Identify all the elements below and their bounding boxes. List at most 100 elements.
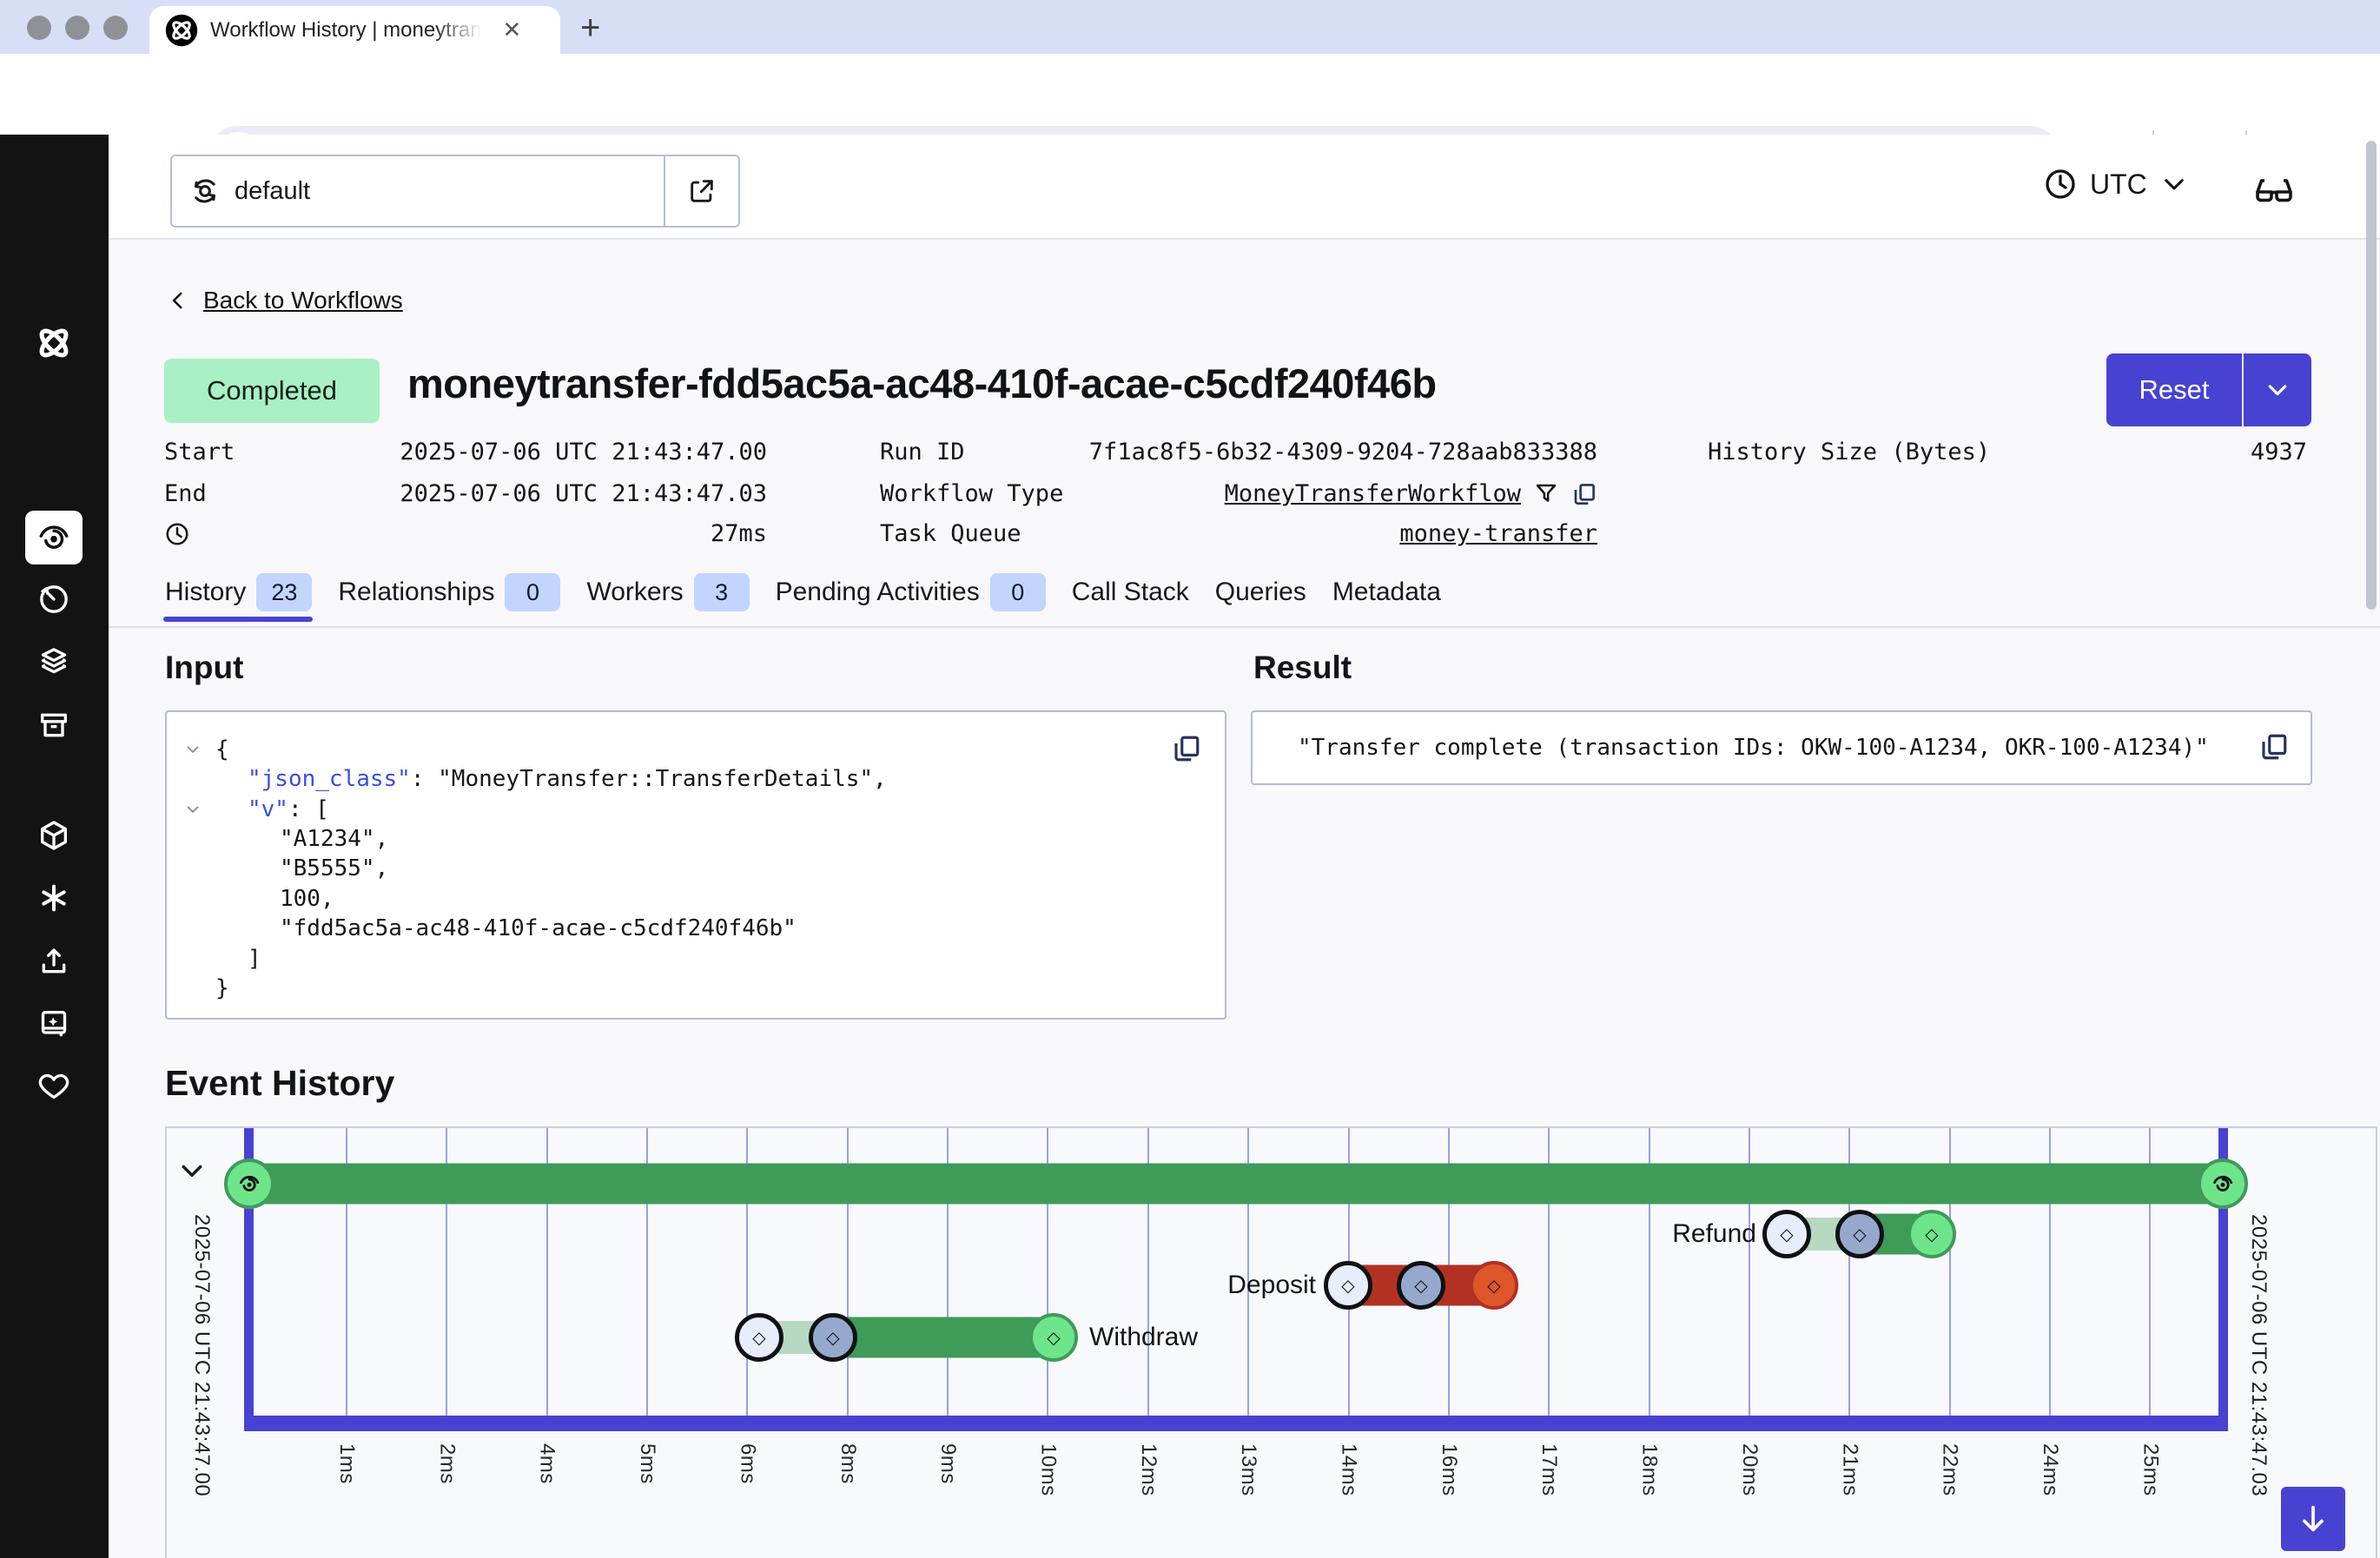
axis-tick-label: 6ms: [735, 1443, 759, 1484]
tab-workers[interactable]: Workers 3: [586, 573, 749, 617]
copy-icon[interactable]: [1571, 481, 1597, 507]
tab-count-badge: 3: [694, 573, 750, 611]
workflow-span-bar[interactable]: [249, 1164, 2223, 1205]
meta-type-row: Workflow Type MoneyTransferWorkflow: [880, 480, 1597, 507]
meta-runid-label: Run ID: [880, 439, 965, 465]
scroll-to-end-button[interactable]: [2281, 1487, 2345, 1551]
tab-relationships[interactable]: Relationships 0: [338, 573, 560, 617]
withdraw-completed-node[interactable]: ◇: [1029, 1313, 1078, 1362]
refund-started-node[interactable]: ◇: [1835, 1210, 1884, 1258]
meta-end-row: End 2025-07-06 UTC 21:43:47.03: [164, 480, 767, 507]
input-heading: Input: [165, 650, 243, 686]
diamond-event-icon: ◇: [1341, 1275, 1354, 1297]
json-array-item: "fdd5ac5a-ac48-410f-acae-c5cdf240f46b": [280, 915, 797, 941]
namespace-open-button[interactable]: [664, 156, 738, 226]
json-collapse-icon[interactable]: [184, 741, 202, 758]
browser-toolbar: localhost:8080/namespaces/default/workfl…: [0, 54, 2380, 135]
tab-pending-activities[interactable]: Pending Activities 0: [776, 573, 1046, 617]
json-line: "v": [: [248, 795, 329, 824]
tab-metadata[interactable]: Metadata: [1332, 578, 1441, 612]
timezone-selector[interactable]: UTC: [2043, 167, 2189, 201]
sidebar-item-docs[interactable]: [26, 996, 82, 1052]
deposit-failed-node[interactable]: ◇: [1470, 1261, 1518, 1310]
workflow-spiral-icon: [236, 1171, 262, 1197]
tab-label: History: [165, 578, 246, 607]
withdraw-scheduled-node[interactable]: ◇: [735, 1313, 783, 1362]
tab-count-badge: 0: [990, 573, 1046, 611]
json-line: }: [215, 974, 229, 1003]
chevron-left-icon: [167, 289, 189, 312]
clock-icon: [2043, 167, 2078, 201]
json-collapse-icon[interactable]: [184, 801, 202, 818]
refund-completed-node[interactable]: ◇: [1907, 1210, 1956, 1258]
task-queue-link[interactable]: money-transfer: [1399, 520, 1597, 547]
sidebar-item-feedback[interactable]: [26, 1059, 82, 1114]
axis-tick-label: 21ms: [1837, 1443, 1861, 1496]
meta-start-label: Start: [164, 439, 235, 465]
copy-icon[interactable]: [1171, 733, 1202, 764]
tab-label: Pending Activities: [776, 578, 980, 607]
reset-button[interactable]: Reset: [2106, 353, 2244, 426]
axis-tick-label: 13ms: [1236, 1443, 1260, 1496]
timezone-label: UTC: [2090, 168, 2147, 201]
timeline-start-date: 2025-07-06 UTC 21:43:47.00: [189, 1214, 214, 1496]
tab-label: Metadata: [1332, 578, 1441, 607]
sidebar-item-nexus[interactable]: [26, 808, 82, 863]
json-array-item: 100,: [280, 886, 334, 912]
refund-scheduled-node[interactable]: ◇: [1762, 1210, 1811, 1258]
sidebar-item-deployments[interactable]: [26, 634, 82, 690]
back-to-workflows[interactable]: Back to Workflows: [167, 287, 403, 314]
workflow-end-node[interactable]: [2198, 1159, 2248, 1209]
timeline-end-date: 2025-07-06 UTC 21:43:47.03: [2246, 1214, 2271, 1496]
workflow-type-link[interactable]: MoneyTransferWorkflow: [1225, 480, 1521, 507]
window-zoom-dot[interactable]: [103, 16, 128, 40]
withdraw-started-node[interactable]: ◇: [809, 1313, 857, 1362]
tab-count-badge: 23: [256, 573, 312, 611]
json-array-item: "B5555",: [280, 855, 388, 881]
meta-start-row: Start 2025-07-06 UTC 21:43:47.00: [164, 439, 767, 465]
labs-glasses-icon[interactable]: [2253, 170, 2295, 212]
reset-split-button: Reset: [2106, 353, 2311, 426]
workflow-tabs: History 23 Relationships 0 Workers 3 Pen…: [165, 573, 1441, 617]
theme-toggle-sun-icon[interactable]: [26, 1547, 82, 1558]
new-tab-icon[interactable]: +: [580, 9, 600, 48]
app-sidebar: 2.34.0: [0, 135, 109, 1558]
deposit-scheduled-node[interactable]: ◇: [1324, 1261, 1372, 1310]
chevron-down-icon: [2159, 169, 2189, 199]
window-minimize-dot[interactable]: [65, 16, 89, 40]
sidebar-item-import[interactable]: [26, 934, 82, 989]
workflow-start-node[interactable]: [224, 1159, 274, 1209]
tab-call-stack[interactable]: Call Stack: [1072, 578, 1189, 612]
deposit-started-node[interactable]: ◇: [1397, 1261, 1445, 1310]
axis-tick-label: 5ms: [635, 1443, 659, 1484]
sidebar-item-labs[interactable]: [26, 870, 82, 926]
temporal-logo[interactable]: [26, 315, 82, 371]
browser-tab[interactable]: Workflow History | moneytran ✕: [149, 6, 560, 54]
workflow-id-title: moneytransfer-fdd5ac5a-ac48-410f-acae-c5…: [407, 360, 1437, 407]
axis-tick-label: 12ms: [1136, 1443, 1160, 1496]
copy-icon[interactable]: [2258, 731, 2290, 762]
tab-title: Workflow History | moneytran: [210, 18, 482, 43]
json-line: "json_class": "MoneyTransfer::TransferDe…: [248, 764, 887, 794]
filter-funnel-icon[interactable]: [1533, 481, 1559, 507]
back-link-label: Back to Workflows: [203, 287, 403, 314]
json-line: "fdd5ac5a-ac48-410f-acae-c5cdf240f46b": [280, 914, 797, 943]
axis-tick-label: 20ms: [1737, 1443, 1762, 1496]
diamond-event-icon: ◇: [752, 1327, 765, 1349]
tab-close-icon[interactable]: ✕: [503, 17, 522, 43]
tab-history[interactable]: History 23: [165, 573, 312, 617]
namespace-selector[interactable]: default: [170, 155, 740, 228]
activity-label-withdraw: Withdraw: [1089, 1323, 1198, 1352]
sidebar-item-schedules[interactable]: [26, 571, 82, 627]
reset-menu-button[interactable]: [2244, 353, 2311, 426]
collapse-chevron-icon[interactable]: [176, 1155, 208, 1186]
sidebar-item-archive[interactable]: [26, 697, 82, 753]
tab-label: Workers: [586, 578, 683, 607]
window-close-dot[interactable]: [27, 16, 51, 40]
tab-queries[interactable]: Queries: [1215, 578, 1306, 612]
withdraw-active-bar[interactable]: [833, 1317, 1054, 1358]
json-open-brace: {: [215, 736, 229, 762]
sidebar-item-workflows[interactable]: [25, 511, 83, 564]
page-scrollbar-thumb[interactable]: [2366, 141, 2377, 610]
json-line: {: [215, 735, 229, 764]
